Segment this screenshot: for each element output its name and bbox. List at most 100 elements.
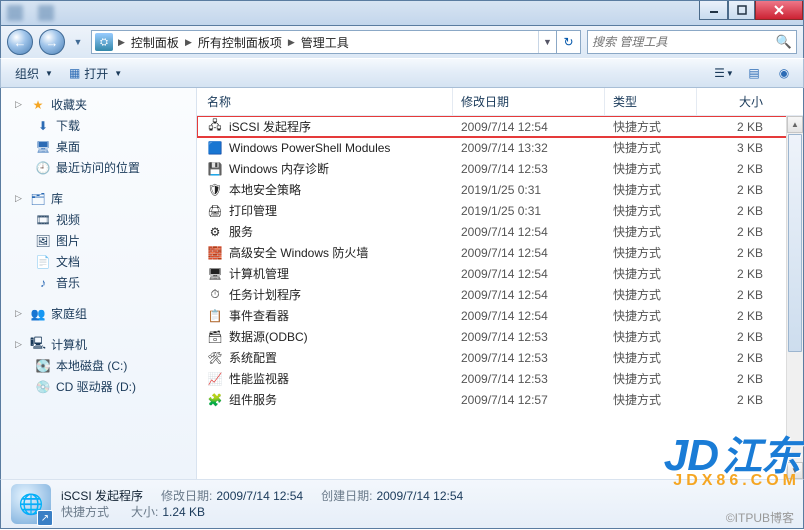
breadcrumb[interactable]: ⛭ ▶ 控制面板 ▶ 所有控制面板项 ▶ 管理工具 ▼ ↻	[91, 30, 581, 54]
sidebar-item-music[interactable]: ♪音乐	[1, 272, 196, 293]
file-type: 快捷方式	[605, 265, 697, 282]
file-icon: 🧩	[207, 392, 223, 408]
file-type: 快捷方式	[605, 139, 697, 156]
breadcrumb-dropdown[interactable]: ▼	[538, 31, 556, 53]
file-date: 2009/7/14 12:54	[453, 120, 605, 134]
chevron-right-icon[interactable]: ▶	[183, 37, 194, 48]
chevron-right-icon[interactable]: ▶	[116, 37, 127, 48]
file-row[interactable]: 📈性能监视器2009/7/14 12:53快捷方式2 KB	[197, 368, 803, 389]
file-row[interactable]: 🛠系统配置2009/7/14 12:53快捷方式2 KB	[197, 347, 803, 368]
library-icon: 🗂	[30, 191, 46, 207]
scroll-down-icon[interactable]: ▼	[787, 462, 803, 479]
file-row[interactable]: 🧩组件服务2009/7/14 12:57快捷方式2 KB	[197, 389, 803, 410]
cd-icon: 💿	[35, 379, 51, 395]
file-icon: ⚙	[207, 224, 223, 240]
breadcrumb-seg-0[interactable]: 控制面板	[127, 34, 183, 51]
search-icon[interactable]: 🔍	[776, 34, 792, 50]
sidebar-item-documents[interactable]: 📄文档	[1, 251, 196, 272]
file-row[interactable]: 🧱高级安全 Windows 防火墙2009/7/14 12:54快捷方式2 KB	[197, 242, 803, 263]
sidebar-item-recent[interactable]: 🕘最近访问的位置	[1, 157, 196, 178]
file-date: 2009/7/14 12:54	[453, 309, 605, 323]
file-row[interactable]: 🟦 Windows PowerShell Modules 2009/7/14 13:…	[197, 137, 803, 158]
column-name[interactable]: 名称	[197, 88, 453, 115]
column-type[interactable]: 类型	[605, 88, 697, 115]
file-name: Windows PowerShell Modules	[229, 141, 390, 155]
sidebar-item-videos[interactable]: 🎞视频	[1, 209, 196, 230]
navigation-pane[interactable]: ▷★收藏夹 ⬇下载 🖥桌面 🕘最近访问的位置 ▷🗂库 🎞视频 🖼图片 📄文档 ♪…	[1, 88, 197, 479]
scroll-up-icon[interactable]: ▲	[787, 116, 803, 133]
sidebar-item-desktop[interactable]: 🖥桌面	[1, 136, 196, 157]
back-button[interactable]: ←	[7, 29, 33, 55]
details-created: 2009/7/14 12:54	[376, 489, 463, 503]
file-name: Windows 内存诊断	[229, 160, 329, 177]
sidebar-computer[interactable]: ▷🖳计算机	[1, 334, 196, 355]
scrollbar[interactable]: ▲ ▼	[786, 116, 803, 479]
details-title: iSCSI 发起程序	[61, 488, 143, 504]
file-type: 快捷方式	[605, 202, 697, 219]
file-name: 任务计划程序	[229, 286, 301, 303]
preview-icon: ▤	[748, 66, 759, 80]
file-row[interactable]: 🛡本地安全策略2019/1/25 0:31快捷方式2 KB	[197, 179, 803, 200]
file-row[interactable]: ⏱任务计划程序2009/7/14 12:54快捷方式2 KB	[197, 284, 803, 305]
column-date[interactable]: 修改日期	[453, 88, 605, 115]
open-icon: ▦	[69, 66, 80, 80]
star-icon: ★	[30, 97, 46, 113]
control-panel-icon: ⛭	[95, 33, 113, 51]
file-row[interactable]: 💾Windows 内存诊断2009/7/14 12:53快捷方式2 KB	[197, 158, 803, 179]
search-input[interactable]	[592, 35, 776, 49]
titlebar-left-blur	[1, 5, 64, 21]
sidebar-item-drive-c[interactable]: 💽本地磁盘 (C:)	[1, 355, 196, 376]
file-date: 2009/7/14 12:54	[453, 267, 605, 281]
file-row[interactable]: 🖧iSCSI 发起程序2009/7/14 12:54快捷方式2 KB	[197, 116, 803, 137]
search-box[interactable]: 🔍	[587, 30, 797, 54]
breadcrumb-seg-2[interactable]: 管理工具	[297, 34, 353, 51]
view-options-button[interactable]: ☰▼	[711, 62, 737, 84]
close-button[interactable]	[755, 1, 803, 20]
sidebar-item-pictures[interactable]: 🖼图片	[1, 230, 196, 251]
scroll-thumb[interactable]	[788, 134, 802, 352]
help-button[interactable]: ◉	[771, 62, 797, 84]
file-name: 打印管理	[229, 202, 277, 219]
file-row[interactable]: 🖥计算机管理2009/7/14 12:54快捷方式2 KB	[197, 263, 803, 284]
forward-button[interactable]: →	[39, 29, 65, 55]
window-controls	[699, 1, 803, 20]
chevron-right-icon[interactable]: ▶	[286, 37, 297, 48]
download-icon: ⬇	[35, 118, 51, 134]
organize-menu[interactable]: 组织▼	[7, 62, 61, 85]
file-date: 2019/1/25 0:31	[453, 204, 605, 218]
toolbar: 组织▼ ▦打开▼ ☰▼ ▤ ◉	[0, 58, 804, 88]
minimize-button[interactable]	[699, 1, 728, 20]
file-row[interactable]: 📋事件查看器2009/7/14 12:54快捷方式2 KB	[197, 305, 803, 326]
file-row[interactable]: 🗃数据源(ODBC)2009/7/14 12:53快捷方式2 KB	[197, 326, 803, 347]
file-name: 计算机管理	[229, 265, 289, 282]
file-name: 事件查看器	[229, 307, 289, 324]
column-size[interactable]: 大小	[697, 88, 803, 115]
file-date: 2009/7/14 12:57	[453, 393, 605, 407]
breadcrumb-seg-1[interactable]: 所有控制面板项	[194, 34, 286, 51]
file-list: 名称 修改日期 类型 大小 🖧iSCSI 发起程序2009/7/14 12:54…	[197, 88, 803, 479]
file-icon: 🛠	[207, 350, 223, 366]
file-name: 性能监视器	[229, 370, 289, 387]
details-size: 1.24 KB	[162, 505, 205, 519]
sidebar-item-drive-d[interactable]: 💿CD 驱动器 (D:)	[1, 376, 196, 397]
music-icon: ♪	[35, 275, 51, 291]
file-icon: 📋	[207, 308, 223, 324]
sidebar-favorites[interactable]: ▷★收藏夹	[1, 94, 196, 115]
details-icon: 🌐↗	[11, 484, 51, 524]
file-icon: 📈	[207, 371, 223, 387]
refresh-button[interactable]: ↻	[556, 31, 580, 53]
file-date: 2009/7/14 13:32	[453, 141, 605, 155]
nav-history-dropdown[interactable]: ▼	[71, 32, 85, 52]
file-date: 2019/1/25 0:31	[453, 183, 605, 197]
maximize-button[interactable]	[728, 1, 755, 20]
sidebar-homegroup[interactable]: ▷👥家庭组	[1, 303, 196, 324]
file-icon: 🟦	[207, 140, 223, 156]
sidebar-item-downloads[interactable]: ⬇下载	[1, 115, 196, 136]
sidebar-libraries[interactable]: ▷🗂库	[1, 188, 196, 209]
preview-pane-button[interactable]: ▤	[741, 62, 767, 84]
file-date: 2009/7/14 12:53	[453, 162, 605, 176]
open-button[interactable]: ▦打开▼	[61, 62, 130, 85]
file-type: 快捷方式	[605, 118, 697, 135]
file-row[interactable]: 🖨打印管理2019/1/25 0:31快捷方式2 KB	[197, 200, 803, 221]
file-row[interactable]: ⚙服务2009/7/14 12:54快捷方式2 KB	[197, 221, 803, 242]
